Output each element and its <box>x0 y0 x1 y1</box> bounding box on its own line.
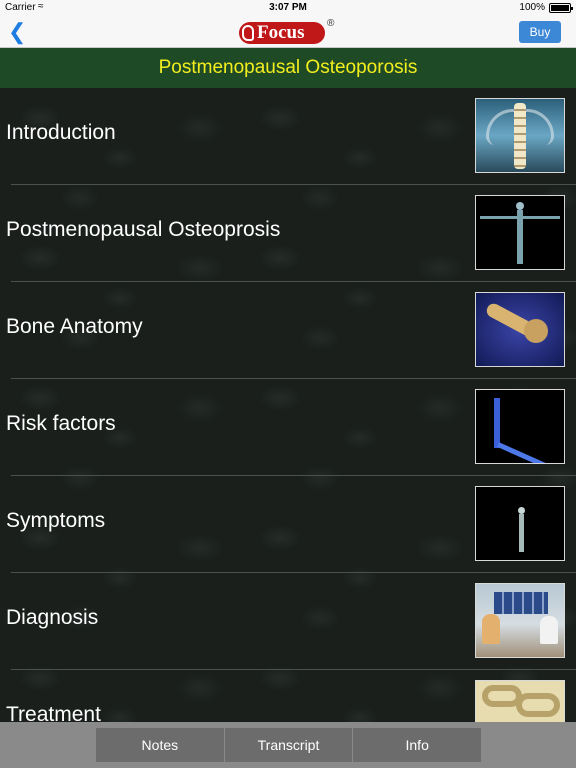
list-item-bone-anatomy[interactable]: Bone Anatomy <box>0 282 576 379</box>
skeleton-small-thumbnail <box>475 486 565 561</box>
page-title: Postmenopausal Osteoporosis <box>0 48 576 88</box>
list-item-label: Diagnosis <box>6 606 99 629</box>
status-bar: Carrier ≈ 3:07 PM 100% <box>0 0 576 16</box>
tab-info[interactable]: Info <box>353 728 482 762</box>
doctor-consult-thumbnail <box>475 583 565 658</box>
logo-text: Focus <box>257 22 305 43</box>
tab-notes[interactable]: Notes <box>96 728 225 762</box>
list-item-label: Symptoms <box>6 509 106 532</box>
tab-transcript[interactable]: Transcript <box>224 728 354 762</box>
buy-button[interactable]: Buy <box>519 21 561 43</box>
femur-thumbnail <box>475 292 565 367</box>
clock: 3:07 PM <box>269 2 307 13</box>
navigation-bar: ❮ Focus ® Buy <box>0 16 576 48</box>
list-item-label: Introduction <box>6 121 116 144</box>
spine-thumbnail <box>475 98 565 173</box>
list-item-label: Postmenopausal Osteoprosis <box>6 218 281 241</box>
battery-icon <box>549 3 573 13</box>
skeleton-thumbnail <box>475 195 565 270</box>
list-item-label: Risk factors <box>6 412 116 435</box>
risk-graph-thumbnail <box>475 389 565 464</box>
head-silhouette-icon <box>242 25 254 41</box>
bottom-tab-bar: Notes Transcript Info <box>0 722 576 768</box>
focus-logo: Focus ® <box>239 18 339 46</box>
chapter-list[interactable]: Introduction Postmenopausal Osteoprosis … <box>0 88 576 722</box>
registered-mark: ® <box>327 18 335 29</box>
battery-percent: 100% <box>519 2 545 13</box>
back-button[interactable]: ❮ <box>8 20 26 44</box>
list-item-postmenopausal-osteoprosis[interactable]: Postmenopausal Osteoprosis <box>0 185 576 282</box>
list-item-introduction[interactable]: Introduction <box>0 88 576 185</box>
list-item-symptoms[interactable]: Symptoms <box>0 476 576 573</box>
chevron-left-icon: ❮ <box>8 19 27 44</box>
list-item-diagnosis[interactable]: Diagnosis <box>0 573 576 670</box>
bone-structure-thumbnail <box>475 680 565 722</box>
list-item-label: Treatment <box>6 703 101 722</box>
list-item-label: Bone Anatomy <box>6 315 143 338</box>
list-item-risk-factors[interactable]: Risk factors <box>0 379 576 476</box>
list-item-treatment[interactable]: Treatment <box>0 670 576 722</box>
